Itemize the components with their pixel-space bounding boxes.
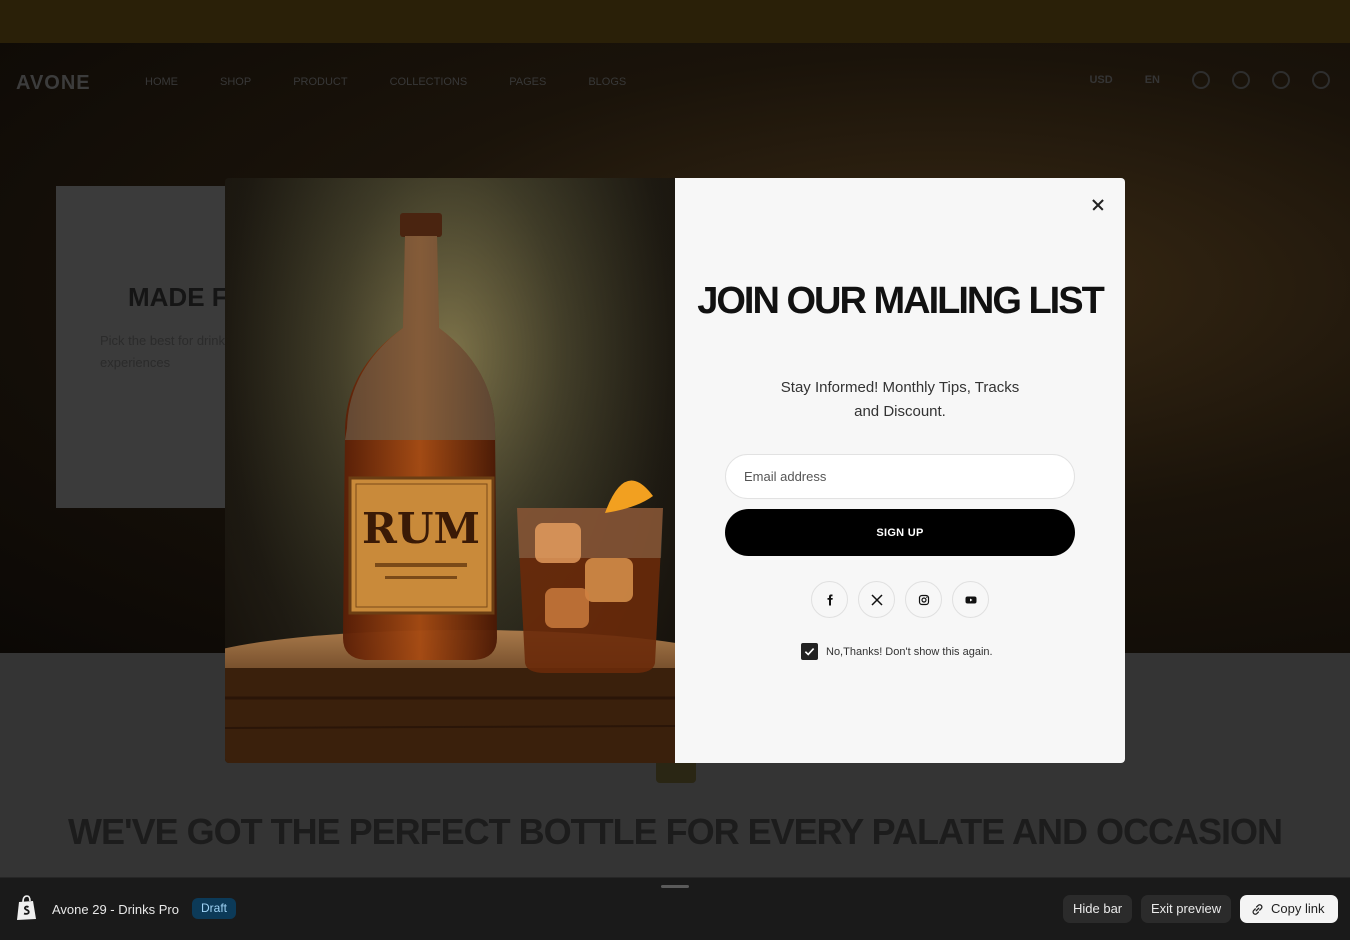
nav-item-home[interactable]: HOME	[145, 76, 178, 88]
announcement-bar	[0, 0, 1350, 43]
hero-title: MADE F	[128, 282, 228, 312]
youtube-icon[interactable]	[952, 581, 989, 618]
section-heading: WE'VE GOT THE PERFECT BOTTLE FOR EVERY P…	[68, 811, 1283, 852]
search-icon[interactable]	[1192, 71, 1210, 89]
rum-illustration: RUM	[225, 178, 675, 763]
newsletter-popup: RUM JOIN OUR MAILING LIST Stay Informed!…	[225, 178, 1125, 763]
main-nav: HOME SHOP PRODUCT COLLECTIONS PAGES BLOG…	[145, 76, 626, 88]
exit-preview-button[interactable]: Exit preview	[1141, 895, 1232, 923]
dont-show-again-row[interactable]: No,Thanks! Don't show this again.	[801, 643, 993, 660]
currency-selector[interactable]: USD	[1089, 74, 1112, 86]
copy-link-label: Copy link	[1271, 901, 1325, 916]
cart-icon[interactable]	[1312, 71, 1330, 89]
status-badge: Draft	[192, 898, 237, 919]
header-actions: USD EN	[1089, 71, 1330, 89]
hide-bar-button[interactable]: Hide bar	[1063, 895, 1133, 923]
nav-item-product[interactable]: PRODUCT	[293, 76, 347, 88]
copy-link-button[interactable]: Copy link	[1240, 895, 1338, 923]
rum-bottle-image: RUM	[225, 178, 675, 763]
close-icon[interactable]	[1087, 194, 1109, 216]
site-header: AVONE HOME SHOP PRODUCT COLLECTIONS PAGE…	[0, 43, 1350, 123]
rum-label-text: RUM	[362, 504, 480, 553]
store-name: Avone 29 - Drinks Pro	[52, 902, 179, 917]
link-icon	[1252, 903, 1263, 915]
nav-item-blogs[interactable]: BLOGS	[588, 76, 626, 88]
popup-subtitle: Stay Informed! Monthly Tips, Tracks and …	[780, 379, 1020, 420]
preview-bar: Avone 29 - Drinks Pro Draft Hide bar Exi…	[0, 877, 1350, 940]
dont-show-label: No,Thanks! Don't show this again.	[826, 645, 993, 658]
email-input[interactable]	[725, 454, 1075, 499]
language-selector[interactable]: EN	[1145, 74, 1160, 86]
popup-title: JOIN OUR MAILING LIST	[697, 280, 1105, 322]
check-icon	[804, 648, 815, 656]
bar-drag-handle[interactable]	[661, 885, 689, 888]
nav-item-shop[interactable]: SHOP	[220, 76, 251, 88]
wishlist-icon[interactable]	[1272, 71, 1290, 89]
site-logo[interactable]: AVONE	[16, 72, 91, 95]
nav-item-pages[interactable]: PAGES	[509, 76, 546, 88]
instagram-icon[interactable]	[905, 581, 942, 618]
newsletter-form-panel: JOIN OUR MAILING LIST Stay Informed! Mon…	[675, 178, 1125, 763]
dont-show-checkbox[interactable]	[801, 643, 818, 660]
x-icon[interactable]	[858, 581, 895, 618]
sign-up-button[interactable]: SIGN UP	[725, 509, 1075, 556]
nav-item-collections[interactable]: COLLECTIONS	[390, 76, 468, 88]
account-icon[interactable]	[1232, 71, 1250, 89]
shopify-bag-icon	[17, 895, 36, 920]
facebook-icon[interactable]	[811, 581, 848, 618]
social-links	[811, 581, 989, 618]
